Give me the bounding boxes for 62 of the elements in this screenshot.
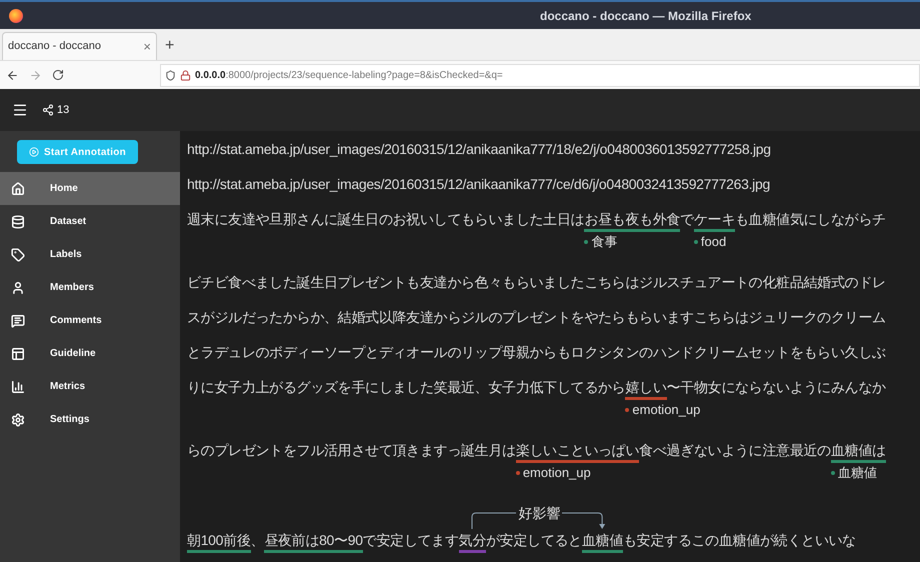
entity-label[interactable]: emotion_up: [625, 402, 700, 418]
shield-icon: [165, 70, 176, 80]
back-icon[interactable]: [6, 68, 19, 82]
annotated-span[interactable]: 朝100前後: [187, 530, 251, 553]
entity-label[interactable]: emotion_up: [516, 465, 591, 481]
sidebar-item[interactable]: Metrics: [0, 370, 180, 403]
menu-icon[interactable]: [12, 102, 28, 118]
sidebar-item[interactable]: Dataset: [0, 205, 180, 238]
url-path: :8000/projects/23/sequence-labeling?page=8&isChecked=&q=: [226, 70, 503, 80]
browser-tab[interactable]: doccano - doccano ×: [2, 32, 157, 60]
document-text: 、: [250, 532, 264, 548]
document-text: で安定してます: [362, 532, 459, 548]
sidebar-item[interactable]: Settings: [0, 403, 180, 436]
annotated-span[interactable]: 血糖値: [582, 530, 624, 553]
document-text: 〜干物女にならないようにみんなか: [666, 379, 886, 395]
sidebar-item[interactable]: Labels: [0, 238, 180, 271]
sidebar-item[interactable]: Comments: [0, 304, 180, 337]
entity-label[interactable]: 食事: [584, 234, 618, 250]
document-text: らのプレゼントをフル活用させて頂きますっ誕生月は: [187, 442, 516, 458]
relation-arc[interactable]: 好影響: [471, 503, 608, 529]
play-icon: [29, 147, 40, 157]
annotated-span[interactable]: ケーキ: [694, 209, 736, 232]
relation-label: 好影響: [516, 503, 562, 523]
document-text: で: [680, 211, 694, 227]
entity-label[interactable]: 血糖値: [830, 465, 877, 481]
tag-icon: [11, 248, 25, 262]
lock-icon: [180, 70, 191, 80]
document-text: ビチビ食べました誕生日プレゼントも友達から色々もらいましたこちらはジルスチュアートの化粧品結婚式のドレ: [187, 274, 886, 290]
document-text: も血糖値気にしながらチ: [735, 211, 886, 227]
document-text: りに女子力上がるグッズを手にしました笑最近、女子力低下してるから: [187, 379, 626, 395]
bar-chart-icon: [11, 380, 25, 394]
person-icon: [11, 280, 25, 294]
database-icon: [11, 214, 25, 228]
annotated-span[interactable]: 血糖値は: [830, 440, 886, 463]
annotated-span[interactable]: 気分: [458, 530, 486, 553]
document-text: スがジルだったからか、結婚式以降友達からジルのプレゼントをやたらもらいますこちらはジュリークのクリーム: [187, 309, 886, 325]
address-bar[interactable]: 0.0.0.0:8000/projects/23/sequence-labeling?page=8&isChecked=&q=: [160, 64, 920, 86]
document-text: http://stat.ameba.jp/user_images/20160315/12/anikaanika777/ce/d6/j/o0480032413592777263.jpg: [187, 176, 770, 192]
document-text: も安定するこの血糖値が続くといいな: [623, 532, 856, 548]
project-id: 13: [57, 102, 70, 118]
annotated-span[interactable]: 楽しいこといっぱい: [516, 440, 640, 463]
annotated-span[interactable]: お昼も夜も外食: [584, 209, 680, 232]
annotated-span[interactable]: 昼夜前は80〜90: [264, 530, 363, 553]
annotated-span[interactable]: 嬉しい: [625, 377, 667, 400]
close-tab-button[interactable]: ×: [143, 36, 151, 56]
document-text: http://stat.ameba.jp/user_images/20160315/12/anikaanika777/18/e2/j/o0480036013592777258.jpg: [187, 141, 771, 157]
home-icon: [11, 182, 25, 196]
url-host: 0.0.0.0: [195, 70, 226, 80]
sidebar-item[interactable]: Home: [0, 172, 180, 205]
document-text: が安定してると: [486, 532, 582, 548]
document-text: とラデュレのボディーソープとディオールのリップ母親からもロクシタンのハンドクリームセットをもらい久しぶ: [187, 344, 886, 360]
panel-icon: [11, 346, 25, 360]
sidebar-item[interactable]: Guideline: [0, 337, 180, 370]
document-text: 週末に友達や旦那さんに誕生日のお祝いしてもらいました土日は: [187, 211, 584, 227]
reload-icon[interactable]: [52, 69, 64, 81]
sidebar-item[interactable]: Members: [0, 271, 180, 304]
window-title: doccano - doccano — Mozilla Firefox: [540, 8, 752, 24]
comment-icon: [11, 314, 25, 328]
new-tab-button[interactable]: +: [165, 32, 174, 60]
document-text: 食べ過ぎないように注意最近の: [639, 442, 831, 458]
entity-label[interactable]: food: [694, 234, 726, 250]
settings-icon: [11, 412, 25, 426]
